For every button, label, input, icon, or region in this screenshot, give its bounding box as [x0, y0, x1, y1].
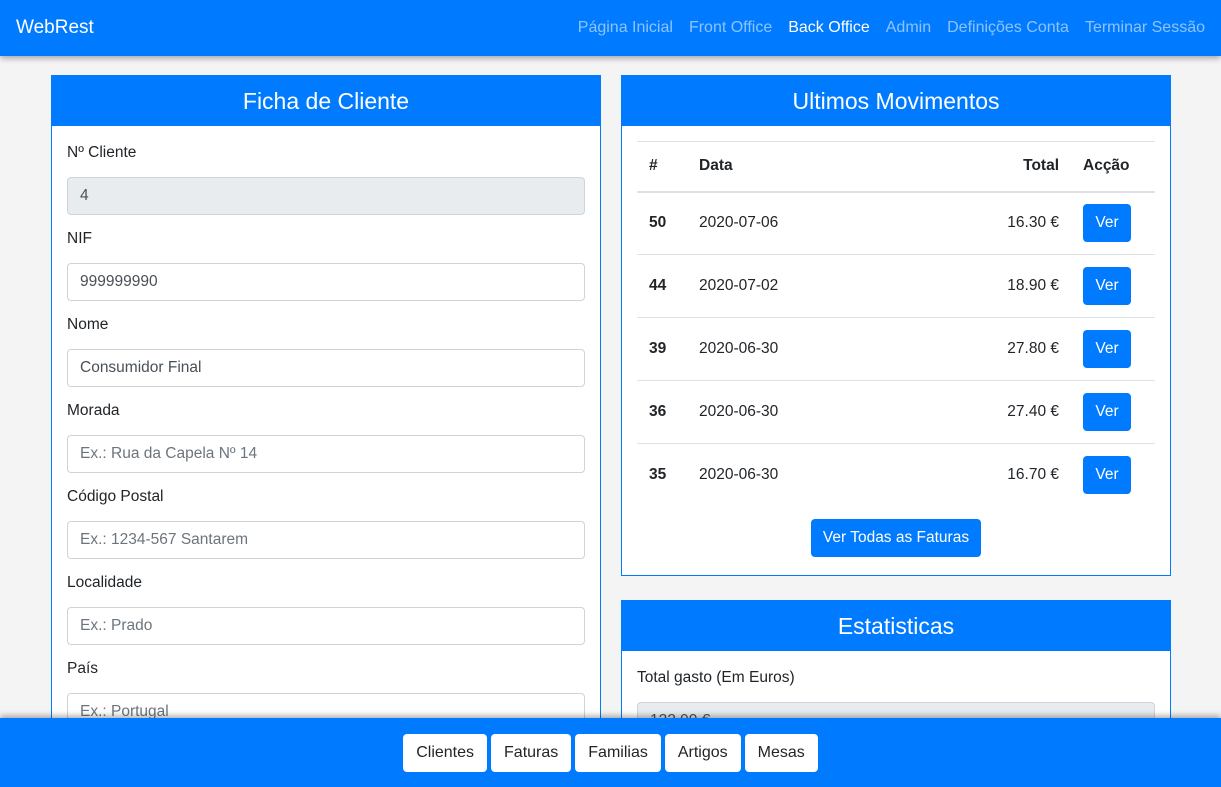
name-group: Nome: [67, 316, 585, 387]
action-cell: Ver: [1077, 317, 1155, 381]
movements-table: # Data Total Acção 50 2020-07-06 16.30 €…: [637, 141, 1155, 507]
table-header-row: # Data Total Acção: [637, 141, 1155, 193]
table-row: 36 2020-06-30 27.40 € Ver: [637, 380, 1155, 444]
address-group: Morada: [67, 402, 585, 473]
nif-group: NIF: [67, 230, 585, 301]
clients-button[interactable]: Clientes: [403, 733, 488, 772]
movements-table-wrap: # Data Total Acção 50 2020-07-06 16.30 €…: [622, 126, 1170, 557]
invoice-date: 2020-06-30: [687, 380, 957, 444]
invoice-total: 18.90 €: [957, 254, 1077, 318]
locality-label: Localidade: [67, 574, 142, 591]
invoice-date: 2020-07-06: [687, 191, 957, 255]
table-row: 44 2020-07-02 18.90 € Ver: [637, 254, 1155, 318]
column-header-action: Acção: [1077, 141, 1155, 193]
invoice-number: 36: [637, 380, 687, 444]
locality-group: Localidade: [67, 574, 585, 645]
client-card: Ficha de Cliente Nº Cliente NIF Nome Mor…: [51, 75, 601, 775]
view-invoice-button[interactable]: Ver: [1083, 393, 1131, 431]
invoice-total: 27.80 €: [957, 317, 1077, 381]
table-row: 35 2020-06-30 16.70 € Ver: [637, 444, 1155, 507]
invoice-number: 39: [637, 317, 687, 381]
invoice-total: 27.40 €: [957, 380, 1077, 444]
view-invoice-button[interactable]: Ver: [1083, 204, 1131, 243]
address-label: Morada: [67, 402, 120, 419]
nav-link-admin[interactable]: Admin: [886, 19, 931, 37]
invoice-date: 2020-07-02: [687, 254, 957, 318]
action-cell: Ver: [1077, 254, 1155, 318]
postal-code-label: Código Postal: [67, 488, 164, 505]
invoice-number: 50: [637, 191, 687, 255]
client-card-title: Ficha de Cliente: [52, 76, 600, 126]
nav-link-account-settings[interactable]: Definições Conta: [947, 19, 1069, 37]
column-header-date: Data: [687, 141, 957, 193]
invoice-number: 44: [637, 254, 687, 318]
client-form: Nº Cliente NIF Nome Morada Código Postal…: [52, 126, 600, 731]
invoice-total: 16.70 €: [1007, 466, 1059, 484]
invoices-button[interactable]: Faturas: [491, 733, 572, 772]
client-number-field[interactable]: [67, 177, 585, 215]
nav-links: Página Inicial Front Office Back Office …: [578, 19, 1205, 37]
name-label: Nome: [67, 316, 109, 333]
country-label: País: [67, 660, 99, 677]
postal-code-group: Código Postal: [67, 488, 585, 559]
action-cell: Ver: [1077, 444, 1155, 507]
families-button[interactable]: Familias: [575, 733, 661, 772]
table-row: 39 2020-06-30 27.80 € Ver: [637, 317, 1155, 381]
articles-button[interactable]: Artigos: [664, 733, 741, 772]
invoice-date: 2020-06-30: [699, 466, 779, 484]
view-all-invoices-button[interactable]: Ver Todas as Faturas: [810, 518, 982, 557]
view-invoice-button[interactable]: Ver: [1083, 267, 1131, 305]
column-header-number: #: [637, 141, 687, 193]
invoice-total: 16.30 €: [957, 191, 1077, 255]
action-cell: Ver: [1077, 380, 1155, 444]
client-number-group: Nº Cliente: [67, 144, 585, 215]
action-cell: Ver: [1077, 191, 1155, 255]
postal-code-field[interactable]: [67, 521, 585, 559]
brand-logo[interactable]: WebRest: [16, 17, 94, 39]
name-field[interactable]: [67, 349, 585, 387]
nav-link-logout[interactable]: Terminar Sessão: [1085, 19, 1205, 37]
view-invoice-button[interactable]: Ver: [1083, 456, 1131, 495]
column-header-total: Total: [957, 141, 1077, 193]
top-navbar: WebRest Página Inicial Front Office Back…: [0, 0, 1221, 56]
invoice-number: 35: [649, 466, 667, 484]
nav-link-back-office[interactable]: Back Office: [788, 19, 870, 37]
stats-card-title: Estatisticas: [622, 601, 1170, 651]
client-number-label: Nº Cliente: [67, 144, 137, 161]
nif-field[interactable]: [67, 263, 585, 301]
total-spent-label: Total gasto (Em Euros): [637, 669, 795, 686]
movements-card: Ultimos Movimentos # Data Total Acção 50…: [621, 75, 1171, 576]
bottom-toolbar: Clientes Faturas Familias Artigos Mesas: [0, 718, 1221, 787]
view-invoice-button[interactable]: Ver: [1083, 330, 1131, 368]
movements-card-title: Ultimos Movimentos: [622, 76, 1170, 126]
tables-button[interactable]: Mesas: [744, 733, 818, 772]
nif-label: NIF: [67, 230, 92, 247]
nav-link-front-office[interactable]: Front Office: [689, 19, 772, 37]
invoice-date: 2020-06-30: [687, 317, 957, 381]
locality-field[interactable]: [67, 607, 585, 645]
address-field[interactable]: [67, 435, 585, 473]
table-row: 50 2020-07-06 16.30 € Ver: [637, 191, 1155, 255]
nav-link-home[interactable]: Página Inicial: [578, 19, 673, 37]
all-invoices-wrap: Ver Todas as Faturas: [637, 518, 1155, 557]
